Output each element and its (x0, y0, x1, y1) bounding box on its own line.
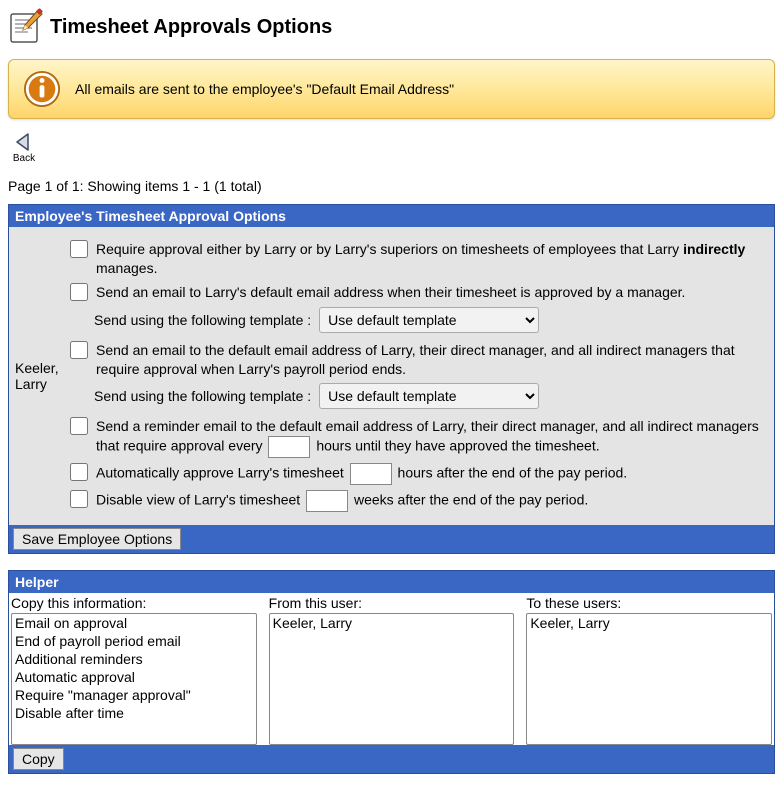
auto-approve-label: Automatically approve Larry's timesheet … (96, 463, 627, 485)
copy-button[interactable]: Copy (13, 748, 64, 770)
from-user-list[interactable]: Keeler, Larry (269, 613, 515, 745)
email-on-approval-label: Send an email to Larry's default email a… (96, 283, 685, 302)
disable-view-checkbox[interactable] (70, 490, 88, 508)
helper-panel-title: Helper (9, 571, 774, 593)
email-period-end-label: Send an email to the default email addre… (96, 341, 770, 379)
to-users-list[interactable]: Keeler, Larry (526, 613, 772, 745)
email-on-approval-checkbox[interactable] (70, 283, 88, 301)
template-select-2[interactable]: Use default template (319, 383, 539, 409)
auto-approve-checkbox[interactable] (70, 463, 88, 481)
copy-info-label: Copy this information: (11, 595, 257, 611)
helper-panel: Helper Copy this information: Email on a… (8, 570, 775, 774)
info-icon (23, 70, 61, 108)
copy-info-list[interactable]: Email on approvalEnd of payroll period e… (11, 613, 257, 745)
page-header: Timesheet Approvals Options (8, 8, 775, 47)
template-label-2: Send using the following template : (94, 388, 311, 404)
employee-options-panel: Employee's Timesheet Approval Options Ke… (8, 204, 775, 554)
back-label: Back (13, 153, 35, 164)
template-select-1[interactable]: Use default template (319, 307, 539, 333)
employee-options-panel-title: Employee's Timesheet Approval Options (9, 205, 774, 227)
from-user-label: From this user: (269, 595, 515, 611)
disable-view-label: Disable view of Larry's timesheet weeks … (96, 490, 588, 512)
reminder-email-label: Send a reminder email to the default ema… (96, 417, 770, 458)
info-banner: All emails are sent to the employee's "D… (8, 59, 775, 119)
require-approval-label: Require approval either by Larry or by L… (96, 240, 770, 278)
pagination-info: Page 1 of 1: Showing items 1 - 1 (1 tota… (8, 178, 775, 194)
disable-weeks-input[interactable] (306, 490, 348, 512)
back-button[interactable]: Back (8, 131, 40, 164)
edit-icon (8, 8, 44, 47)
info-message: All emails are sent to the employee's "D… (75, 81, 454, 97)
save-employee-options-button[interactable]: Save Employee Options (13, 528, 181, 550)
page-title: Timesheet Approvals Options (50, 16, 332, 39)
reminder-hours-input[interactable] (268, 436, 310, 458)
template-label-1: Send using the following template : (94, 312, 311, 328)
email-period-end-checkbox[interactable] (70, 341, 88, 359)
to-users-label: To these users: (526, 595, 772, 611)
require-approval-checkbox[interactable] (70, 240, 88, 258)
reminder-email-checkbox[interactable] (70, 417, 88, 435)
auto-approve-hours-input[interactable] (350, 463, 392, 485)
back-arrow-icon (13, 131, 35, 153)
employee-name: Keeler, Larry (13, 231, 68, 521)
